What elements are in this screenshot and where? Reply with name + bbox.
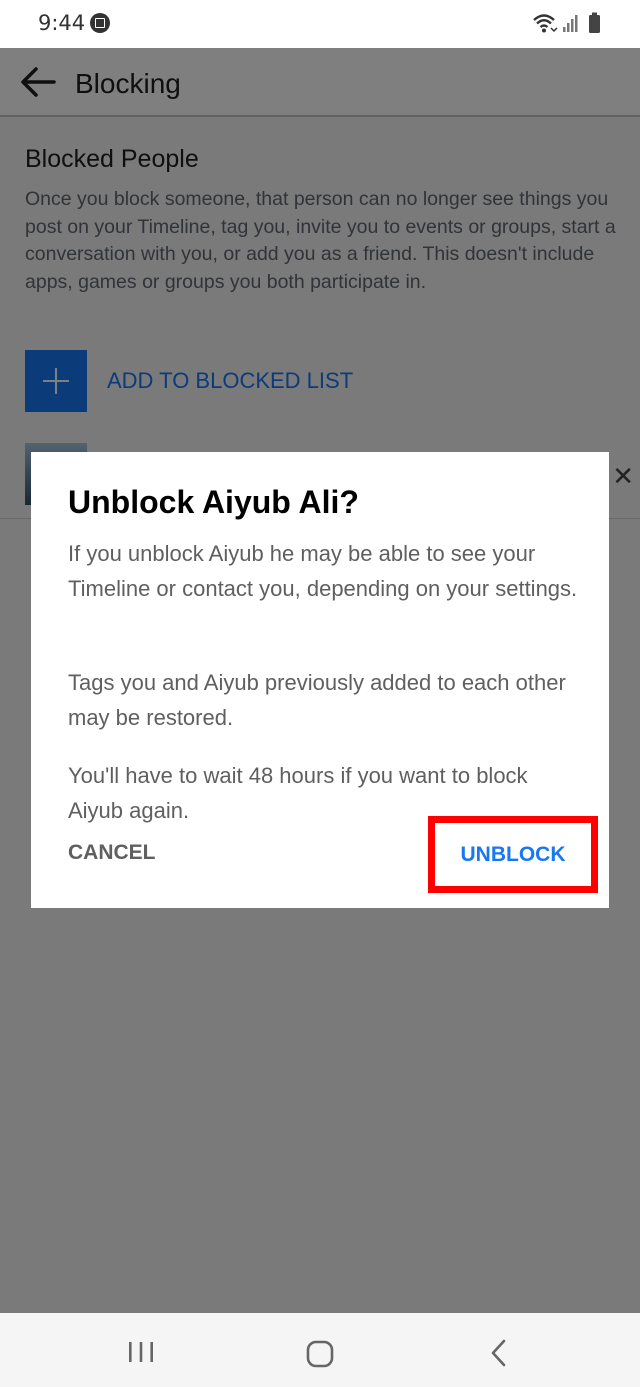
dialog-title: Unblock Aiyub Ali? [68, 484, 359, 520]
wifi-signal-battery-icon [533, 12, 600, 33]
unblock-button-label: UNBLOCK [460, 842, 566, 866]
cancel-button[interactable]: CANCEL [68, 841, 156, 865]
dialog-paragraph-tags: Tags you and Aiyub previously added to e… [68, 670, 566, 730]
recent-apps-icon[interactable] [127, 1341, 155, 1363]
system-nav-bar [0, 1313, 640, 1387]
back-nav-icon[interactable] [486, 1338, 512, 1368]
unblock-button[interactable]: UNBLOCK [428, 816, 598, 893]
notification-icon [90, 13, 110, 33]
home-icon[interactable] [305, 1339, 335, 1369]
unblock-dialog: Unblock Aiyub Ali? If you unblock Aiyub … [31, 452, 609, 908]
status-indicators [532, 12, 604, 36]
status-bar: 9:44 [0, 0, 640, 48]
status-time: 9:44 [38, 11, 86, 35]
dialog-paragraph-visibility: If you unblock Aiyub he may be able to s… [68, 541, 578, 601]
